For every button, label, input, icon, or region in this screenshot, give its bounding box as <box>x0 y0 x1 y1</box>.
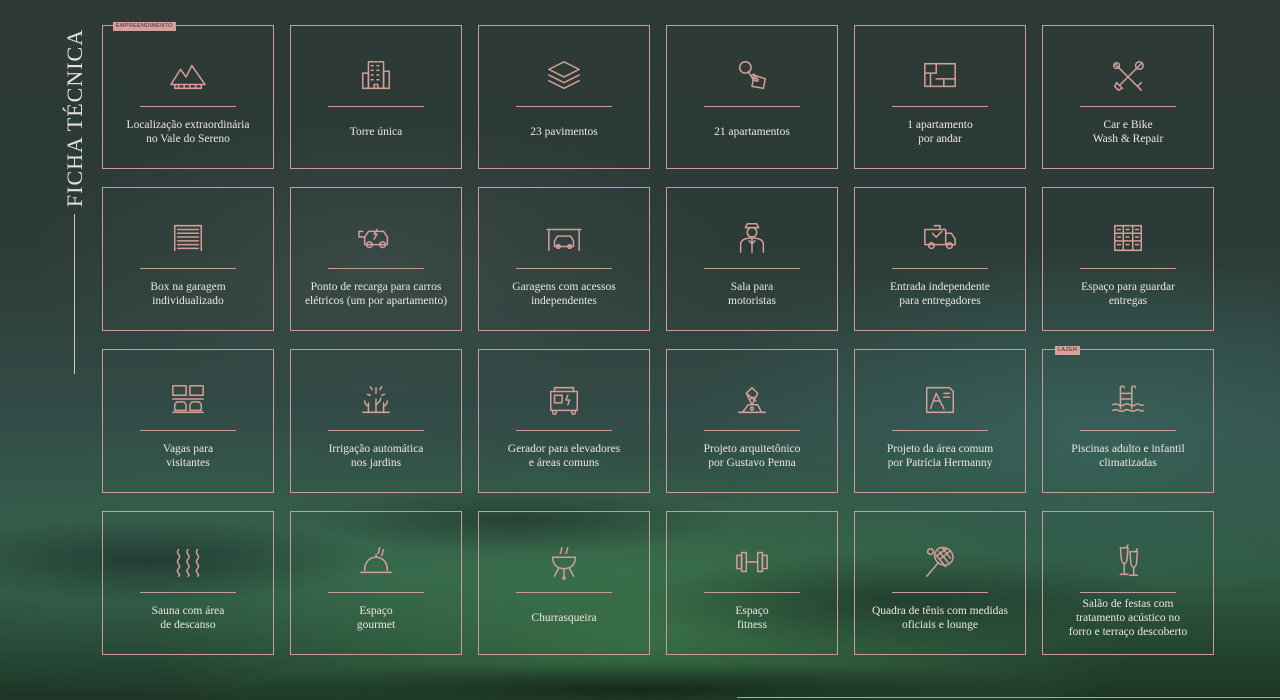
section-tag: LAZER <box>1055 346 1081 355</box>
feature-label: Vagas para visitantes <box>162 442 214 469</box>
title-divider <box>74 214 75 374</box>
delivery-truck-icon <box>918 218 962 258</box>
feature-card: 1 apartamento por andar <box>854 25 1026 169</box>
feature-label: Torre única <box>349 125 403 138</box>
feature-label: Piscinas adulto e infantil climatizadas <box>1071 442 1185 469</box>
feature-card: Projeto arquitetônico por Gustavo Penna <box>666 349 838 493</box>
feature-label: Projeto arquitetônico por Gustavo Penna <box>703 442 801 469</box>
feature-card: LAZER Piscinas adulto e infantil climatiz… <box>1042 346 1214 493</box>
feature-label: 23 pavimentos <box>530 125 598 138</box>
feature-label: Ponto de recarga para carros elétricos (… <box>304 280 448 307</box>
feature-label: Car e Bike Wash & Repair <box>1092 118 1164 145</box>
feature-card: Entrada independente para entregadores <box>854 187 1026 331</box>
building-icon <box>354 56 398 96</box>
architect-icon <box>730 380 774 420</box>
steam-icon <box>166 542 210 582</box>
feature-label: Churrasqueira <box>531 611 597 624</box>
feature-label: Salão de festas com tratamento acústico … <box>1068 597 1188 638</box>
feature-label: Localização extraordinária no Vale do Se… <box>126 118 250 145</box>
features-grid: EMPREENDIMENTO Localização extraordinária… <box>102 22 1214 655</box>
pool-icon <box>1106 380 1150 420</box>
page-title-text: FICHA TÉCNICA <box>62 28 88 208</box>
feature-card: 23 pavimentos <box>478 25 650 169</box>
feature-label: Gerador para elevadores e áreas comuns <box>507 442 621 469</box>
feature-label: Garagens com acessos independentes <box>512 280 616 307</box>
feature-label: 21 apartamentos <box>714 125 790 138</box>
feature-label: Sala para motoristas <box>728 280 776 307</box>
feature-label: Sauna com área de descanso <box>151 604 225 631</box>
feature-label: Espaço gourmet <box>356 604 396 631</box>
electric-car-icon <box>354 218 398 258</box>
feature-card: Projeto da área comum por Patrícia Herma… <box>854 349 1026 493</box>
cloche-icon <box>354 542 398 582</box>
feature-card: Ponto de recarga para carros elétricos (… <box>290 187 462 331</box>
feature-card: Gerador para elevadores e áreas comuns <box>478 349 650 493</box>
bottom-divider <box>737 697 1280 698</box>
feature-card: Torre única <box>290 25 462 169</box>
feature-card: Espaço gourmet <box>290 511 462 655</box>
feature-card: EMPREENDIMENTO Localização extraordinária… <box>102 22 274 169</box>
feature-card: Espaço fitness <box>666 511 838 655</box>
feature-label: Entrada independente para entregadores <box>890 280 990 307</box>
feature-card: Box na garagem individualizado <box>102 187 274 331</box>
garage-car-icon <box>542 218 586 258</box>
page-title: FICHA TÉCNICA <box>53 28 97 208</box>
grill-icon <box>542 542 586 582</box>
feature-label: Box na garagem individualizado <box>150 280 226 307</box>
tools-icon <box>1106 56 1150 96</box>
feature-label: Quadra de tênis com medidas oficiais e l… <box>871 604 1009 631</box>
feature-card: Sauna com área de descanso <box>102 511 274 655</box>
feature-card: Salão de festas com tratamento acústico … <box>1042 511 1214 655</box>
feature-card: Irrigação automática nos jardins <box>290 349 462 493</box>
feature-card: Quadra de tênis com medidas oficiais e l… <box>854 511 1026 655</box>
champagne-icon <box>1106 542 1150 582</box>
parking-cars-icon <box>166 380 210 420</box>
floor-plan-icon <box>918 56 962 96</box>
dumbbell-icon <box>730 542 774 582</box>
tennis-racket-icon <box>918 542 962 582</box>
feature-card: Sala para motoristas <box>666 187 838 331</box>
feature-card: Espaço para guardar entregas <box>1042 187 1214 331</box>
blueprint-icon <box>918 380 962 420</box>
generator-icon <box>542 380 586 420</box>
lockers-icon <box>1106 218 1150 258</box>
feature-label: Espaço fitness <box>735 604 769 631</box>
garage-door-icon <box>166 218 210 258</box>
feature-label: 1 apartamento por andar <box>907 118 973 145</box>
mountain-icon <box>166 56 210 96</box>
feature-card: Churrasqueira <box>478 511 650 655</box>
section-tag: EMPREENDIMENTO <box>113 22 176 31</box>
feature-card: 21 apartamentos <box>666 25 838 169</box>
layers-icon <box>542 56 586 96</box>
irrigation-icon <box>354 380 398 420</box>
feature-card: Car e Bike Wash & Repair <box>1042 25 1214 169</box>
feature-label: Espaço para guardar entregas <box>1081 280 1175 307</box>
feature-label: Projeto da área comum por Patrícia Herma… <box>886 442 994 469</box>
feature-card: Vagas para visitantes <box>102 349 274 493</box>
feature-card: Garagens com acessos independentes <box>478 187 650 331</box>
key-tag-icon <box>730 56 774 96</box>
feature-label: Irrigação automática nos jardins <box>328 442 424 469</box>
chauffeur-icon <box>730 218 774 258</box>
